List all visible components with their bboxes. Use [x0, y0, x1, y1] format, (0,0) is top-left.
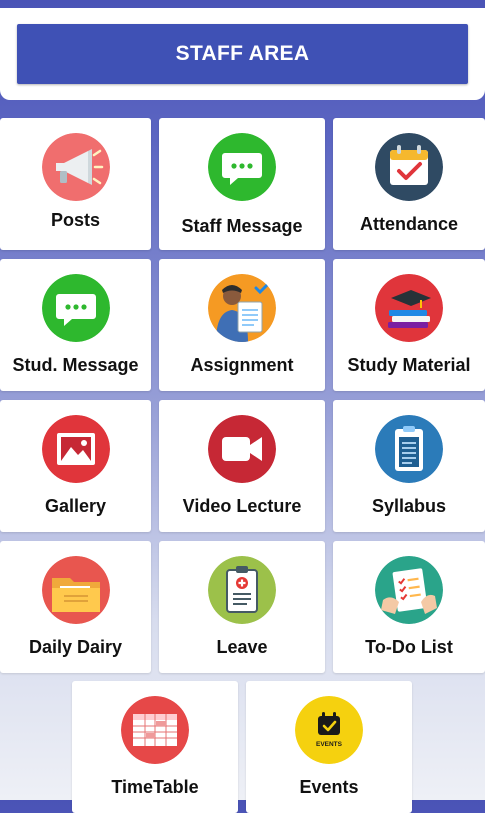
tile-leave[interactable]: Leave [159, 541, 325, 673]
tile-label: Leave [216, 637, 268, 657]
tile-study-material[interactable]: Study Material [333, 259, 485, 391]
timetable-icon [121, 696, 189, 764]
tile-label: Stud. Message [12, 355, 139, 375]
clipboard-icon [375, 415, 443, 483]
chat-bubble-icon [41, 274, 110, 342]
tile-label: To-Do List [365, 637, 453, 657]
tile-posts[interactable]: Posts [0, 118, 151, 250]
student-document-icon [208, 274, 276, 342]
tile-label: Daily Dairy [28, 637, 123, 657]
staff-area-button[interactable]: STAFF AREA [17, 24, 468, 84]
books-icon [375, 274, 443, 342]
tile-label: TimeTable [111, 777, 199, 797]
events-badge-text: EVENTS [316, 741, 343, 748]
tile-label: Posts [50, 210, 101, 230]
tile-daily-dairy[interactable]: Daily Dairy [0, 541, 151, 673]
tile-label: Assignment [190, 355, 294, 375]
checklist-icon [375, 556, 443, 624]
medical-clipboard-icon [208, 556, 276, 624]
header-card: STAFF AREA [0, 8, 485, 100]
tile-staff-message[interactable]: Staff Message [159, 118, 325, 250]
tile-stud-message[interactable]: Stud. Message [0, 259, 151, 391]
status-bar [0, 0, 485, 8]
tile-video-lecture[interactable]: Video Lecture [159, 400, 325, 532]
tile-syllabus[interactable]: Syllabus [333, 400, 485, 532]
event-calendar-icon: EVENTS [295, 696, 363, 764]
tile-label: Study Material [347, 355, 471, 375]
tile-events[interactable]: EVENTS Events [246, 681, 412, 813]
chat-bubble-icon [208, 133, 276, 201]
folder-icon [41, 556, 110, 624]
megaphone-icon [41, 133, 110, 201]
tile-gallery[interactable]: Gallery [0, 400, 151, 532]
tile-attendance[interactable]: Attendance [333, 118, 485, 250]
tile-label: Staff Message [181, 216, 303, 236]
tile-to-do-list[interactable]: To-Do List [333, 541, 485, 673]
tile-label: Attendance [359, 214, 458, 234]
image-icon [41, 415, 110, 483]
tile-label: Gallery [44, 496, 107, 516]
video-camera-icon [208, 415, 276, 483]
tile-label: Syllabus [371, 496, 447, 516]
tile-label: Video Lecture [182, 496, 302, 516]
tile-label: Events [299, 777, 359, 797]
calendar-check-icon [375, 133, 443, 201]
tile-timetable[interactable]: TimeTable [72, 681, 238, 813]
tile-assignment[interactable]: Assignment [159, 259, 325, 391]
